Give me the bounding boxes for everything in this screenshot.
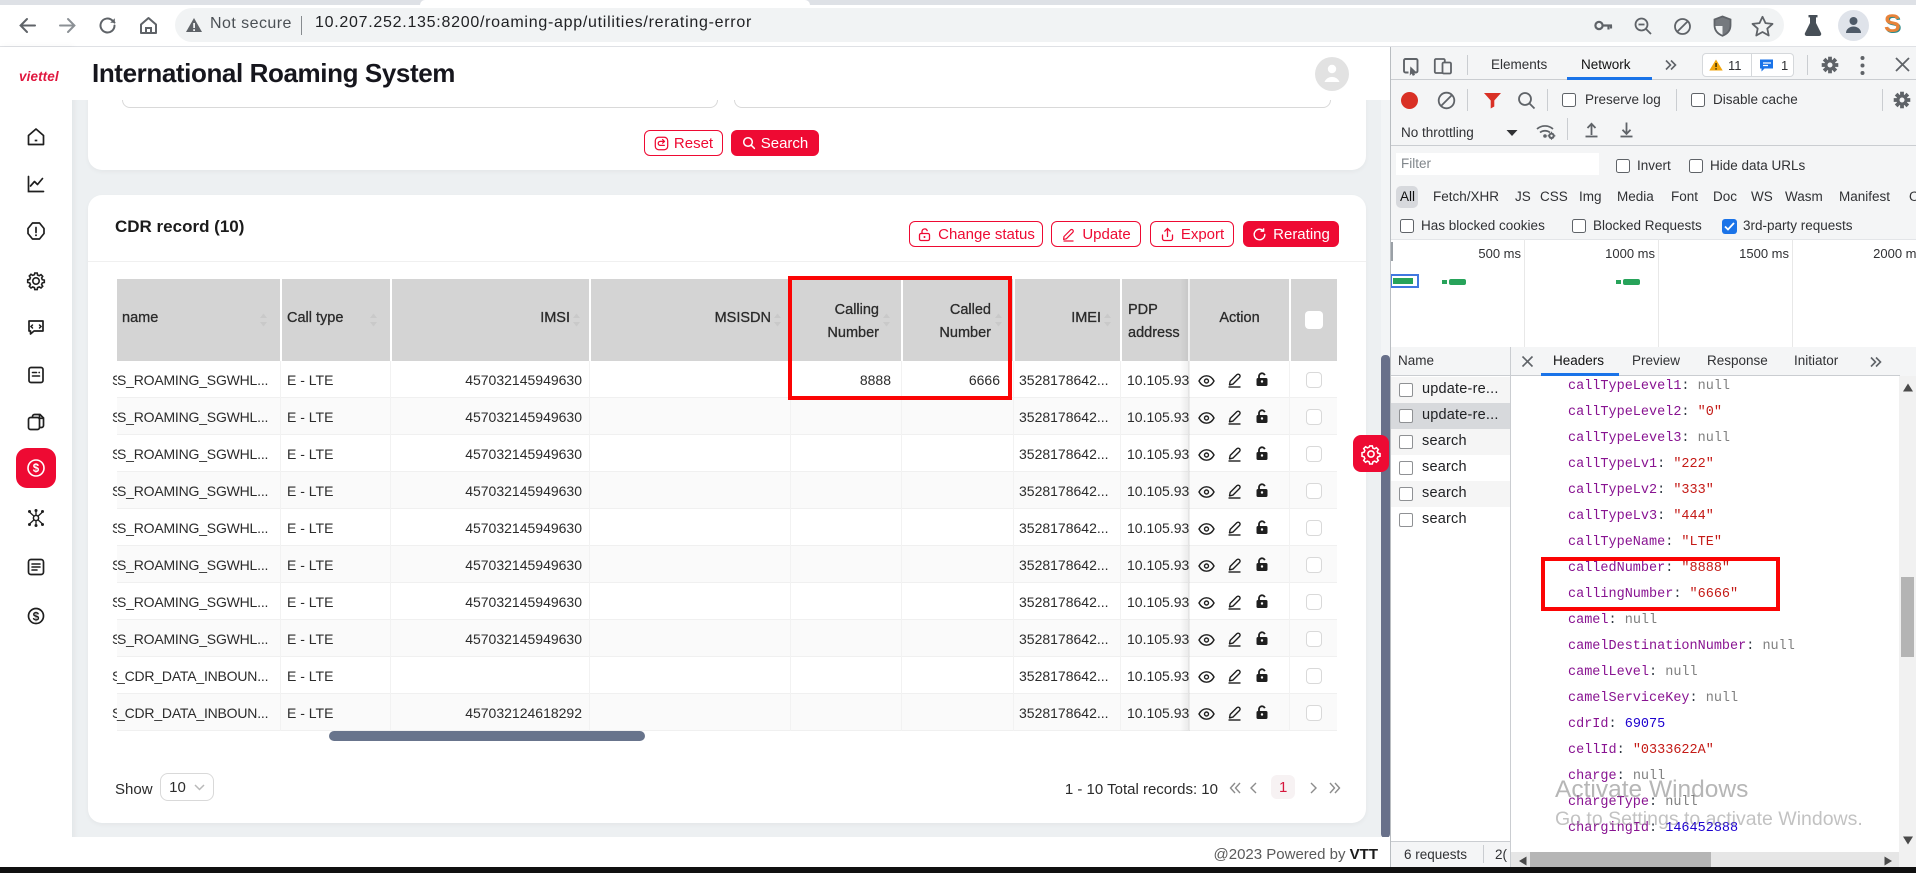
svg-text:$: $ bbox=[33, 609, 40, 623]
svg-text:$: $ bbox=[33, 463, 40, 475]
